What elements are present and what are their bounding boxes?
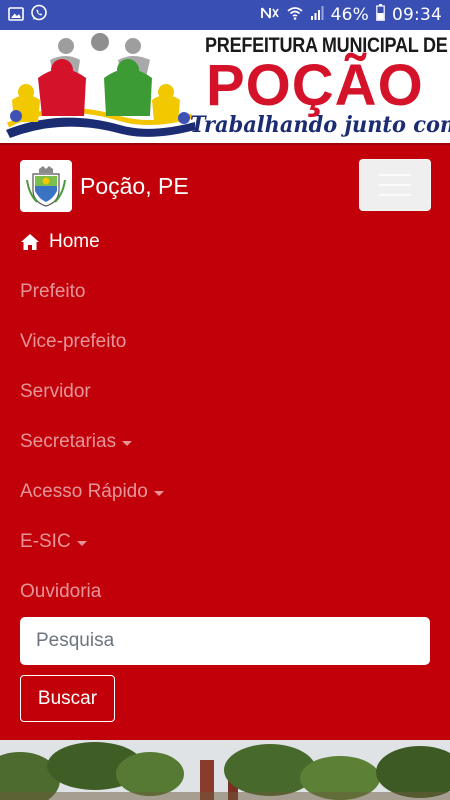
nav-item-label: Vice-prefeito: [20, 331, 127, 352]
banner-slogan: Trabalhando junto com o povo!: [190, 112, 450, 138]
battery-percentage: 46%: [330, 5, 369, 25]
nav-menu: Home Prefeito Vice-prefeito Servidor Sec…: [20, 217, 430, 617]
gallery-notification-icon: [8, 6, 24, 25]
nav-item-label: Prefeito: [20, 281, 86, 302]
nav-item-home[interactable]: Home: [20, 217, 430, 267]
home-icon: [20, 233, 40, 251]
nav-item-label: Acesso Rápido: [20, 481, 148, 502]
nav-item-label: Ouvidoria: [20, 581, 102, 602]
clock: 09:34: [392, 5, 442, 25]
hamburger-menu-icon: [379, 174, 411, 176]
coat-of-arms-icon: [20, 160, 72, 212]
nfc-icon: [260, 5, 280, 26]
nav-item-label: Home: [49, 231, 100, 252]
menu-toggle-button[interactable]: [359, 159, 431, 211]
navbar-brand[interactable]: Poção, PE: [20, 160, 189, 212]
caret-down-icon: [122, 440, 133, 446]
trees-photo: [0, 740, 450, 800]
brand-name: Poção, PE: [80, 172, 189, 199]
nav-item-acesso-rapido[interactable]: Acesso Rápido: [20, 467, 430, 517]
nav-item-label: E-SIC: [20, 531, 71, 552]
nav-item-secretarias[interactable]: Secretarias: [20, 417, 430, 467]
header-banner: PREFEITURA MUNICIPAL DE POÇÃO Trabalhand…: [0, 30, 450, 143]
caret-down-icon: [153, 490, 164, 496]
wifi-icon: [287, 5, 303, 26]
nav-item-prefeito[interactable]: Prefeito: [20, 267, 430, 317]
signal-icon: [310, 5, 324, 26]
hero-image: [0, 740, 450, 800]
prefeitura-logo: [6, 33, 195, 138]
nav-item-e-sic[interactable]: E-SIC: [20, 517, 430, 567]
status-bar: 46% 09:34: [0, 0, 450, 30]
nav-item-label: Servidor: [20, 381, 91, 402]
whatsapp-notification-icon: [30, 4, 48, 26]
nav-item-label: Secretarias: [20, 431, 117, 452]
search-input[interactable]: [20, 617, 430, 665]
caret-down-icon: [76, 540, 87, 546]
nav-item-servidor[interactable]: Servidor: [20, 367, 430, 417]
battery-icon: [376, 4, 385, 26]
main-navbar: Poção, PE Home Prefeito Vice-prefeito Se…: [0, 143, 450, 740]
nav-item-ouvidoria[interactable]: Ouvidoria: [20, 567, 430, 617]
search-button[interactable]: Buscar: [20, 675, 115, 722]
nav-item-vice-prefeito[interactable]: Vice-prefeito: [20, 317, 430, 367]
banner-city-name: POÇÃO: [206, 53, 424, 118]
